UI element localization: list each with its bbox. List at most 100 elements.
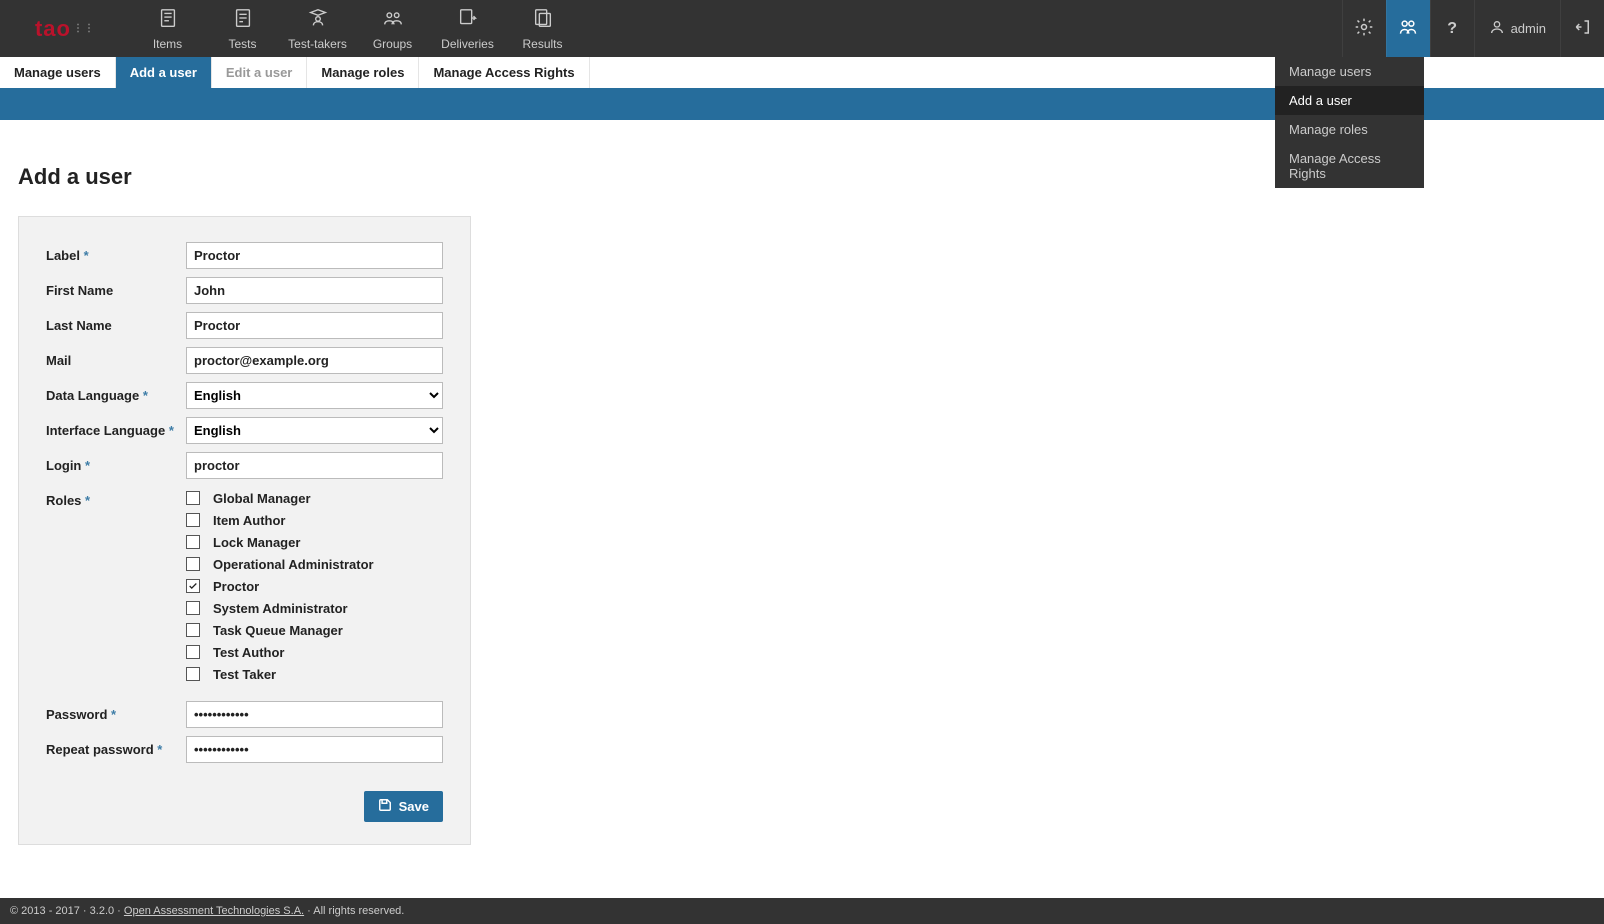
nav-label: Tests — [228, 37, 256, 51]
add-user-form: Label * First Name Last Name Mail Data L… — [18, 216, 471, 845]
deliveries-icon — [430, 7, 505, 32]
footer: © 2013 - 2017 · 3.2.0 · Open Assessment … — [0, 898, 1604, 924]
help-icon: ? — [1447, 20, 1457, 38]
nav-results[interactable]: Results — [505, 1, 580, 57]
test-takers-icon — [280, 7, 355, 32]
dropdown-item[interactable]: Add a user — [1275, 86, 1424, 115]
role-checkbox[interactable] — [186, 645, 200, 659]
password-label: Password * — [46, 701, 186, 722]
data-language-label: Data Language * — [46, 382, 186, 403]
logout-icon — [1574, 18, 1592, 39]
role-label: Proctor — [213, 579, 259, 594]
label-label: Label * — [46, 242, 186, 263]
gear-icon — [1354, 17, 1374, 40]
logo[interactable]: tao ⋮⋮ — [0, 16, 130, 42]
role-item: Test Taker — [186, 663, 443, 685]
password-input[interactable] — [186, 701, 443, 728]
users-dropdown: Manage usersAdd a userManage rolesManage… — [1275, 57, 1424, 188]
nav-tests[interactable]: Tests — [205, 1, 280, 57]
dropdown-item[interactable]: Manage users — [1275, 57, 1424, 86]
interface-language-label: Interface Language * — [46, 417, 186, 438]
label-input[interactable] — [186, 242, 443, 269]
role-label: Lock Manager — [213, 535, 300, 550]
role-label: Global Manager — [213, 491, 311, 506]
subtab: Edit a user — [212, 57, 307, 88]
footer-link[interactable]: Open Assessment Technologies S.A. — [124, 905, 304, 917]
footer-rights: · All rights reserved. — [307, 905, 404, 917]
role-checkbox[interactable] — [186, 513, 200, 527]
nav-deliveries[interactable]: Deliveries — [430, 1, 505, 57]
role-label: Task Queue Manager — [213, 623, 343, 638]
login-label: Login * — [46, 452, 186, 473]
last-name-label: Last Name — [46, 312, 186, 333]
nav-label: Test-takers — [288, 37, 347, 51]
interface-language-select[interactable]: English — [186, 417, 443, 444]
items-icon — [130, 7, 205, 32]
last-name-input[interactable] — [186, 312, 443, 339]
mail-label: Mail — [46, 347, 186, 368]
nav-label: Deliveries — [441, 37, 494, 51]
user-name: admin — [1511, 21, 1546, 36]
role-label: Test Taker — [213, 667, 276, 682]
save-icon — [378, 798, 399, 815]
role-label: System Administrator — [213, 601, 348, 616]
data-language-select[interactable]: English — [186, 382, 443, 409]
role-item: Item Author — [186, 509, 443, 531]
help-button[interactable]: ? — [1430, 0, 1474, 57]
nav-label: Results — [522, 37, 562, 51]
nav-test-takers[interactable]: Test-takers — [280, 1, 355, 57]
results-icon — [505, 7, 580, 32]
top-nav: tao ⋮⋮ Items Tests Test-takers Groups — [0, 0, 1604, 57]
subtab[interactable]: Manage roles — [307, 57, 419, 88]
user-icon — [1489, 19, 1511, 38]
nav-label: Items — [153, 37, 182, 51]
subtab[interactable]: Manage Access Rights — [419, 57, 589, 88]
nav-right: ? admin — [1342, 0, 1604, 57]
users-button[interactable] — [1386, 0, 1430, 57]
save-button-label: Save — [399, 799, 429, 814]
role-item: Task Queue Manager — [186, 619, 443, 641]
role-checkbox[interactable] — [186, 557, 200, 571]
nav-items[interactable]: Items — [130, 1, 205, 57]
role-item: Test Author — [186, 641, 443, 663]
role-checkbox[interactable] — [186, 491, 200, 505]
roles-label: Roles * — [46, 487, 186, 508]
nav-groups[interactable]: Groups — [355, 1, 430, 57]
groups-icon — [355, 7, 430, 32]
nav-label: Groups — [373, 37, 412, 51]
role-checkbox[interactable] — [186, 623, 200, 637]
logout-button[interactable] — [1560, 0, 1604, 57]
role-item: Global Manager — [186, 487, 443, 509]
role-label: Operational Administrator — [213, 557, 374, 572]
user-menu[interactable]: admin — [1474, 0, 1560, 57]
settings-button[interactable] — [1342, 0, 1386, 57]
role-checkbox[interactable] — [186, 601, 200, 615]
role-item: System Administrator — [186, 597, 443, 619]
role-item: Proctor — [186, 575, 443, 597]
subtab[interactable]: Manage users — [0, 57, 116, 88]
role-checkbox[interactable] — [186, 667, 200, 681]
role-label: Item Author — [213, 513, 285, 528]
users-icon — [1398, 17, 1418, 40]
repeat-password-input[interactable] — [186, 736, 443, 763]
role-checkbox[interactable] — [186, 535, 200, 549]
mail-input[interactable] — [186, 347, 443, 374]
role-checkbox[interactable] — [186, 579, 200, 593]
first-name-label: First Name — [46, 277, 186, 298]
subtab[interactable]: Add a user — [116, 57, 212, 88]
repeat-password-label: Repeat password * — [46, 736, 186, 757]
first-name-input[interactable] — [186, 277, 443, 304]
footer-copyright: © 2013 - 2017 · 3.2.0 · — [10, 905, 121, 917]
role-item: Operational Administrator — [186, 553, 443, 575]
dropdown-item[interactable]: Manage Access Rights — [1275, 144, 1424, 188]
logo-dots-icon: ⋮⋮ — [73, 26, 95, 32]
role-label: Test Author — [213, 645, 285, 660]
save-button[interactable]: Save — [364, 791, 443, 822]
login-input[interactable] — [186, 452, 443, 479]
dropdown-item[interactable]: Manage roles — [1275, 115, 1424, 144]
tests-icon — [205, 7, 280, 32]
content: Add a user Label * First Name Last Name … — [0, 120, 1604, 845]
main-nav: Items Tests Test-takers Groups Deliverie… — [130, 1, 580, 57]
roles-list: Global Manager Item Author Lock Manager Ope… — [186, 487, 443, 685]
role-item: Lock Manager — [186, 531, 443, 553]
